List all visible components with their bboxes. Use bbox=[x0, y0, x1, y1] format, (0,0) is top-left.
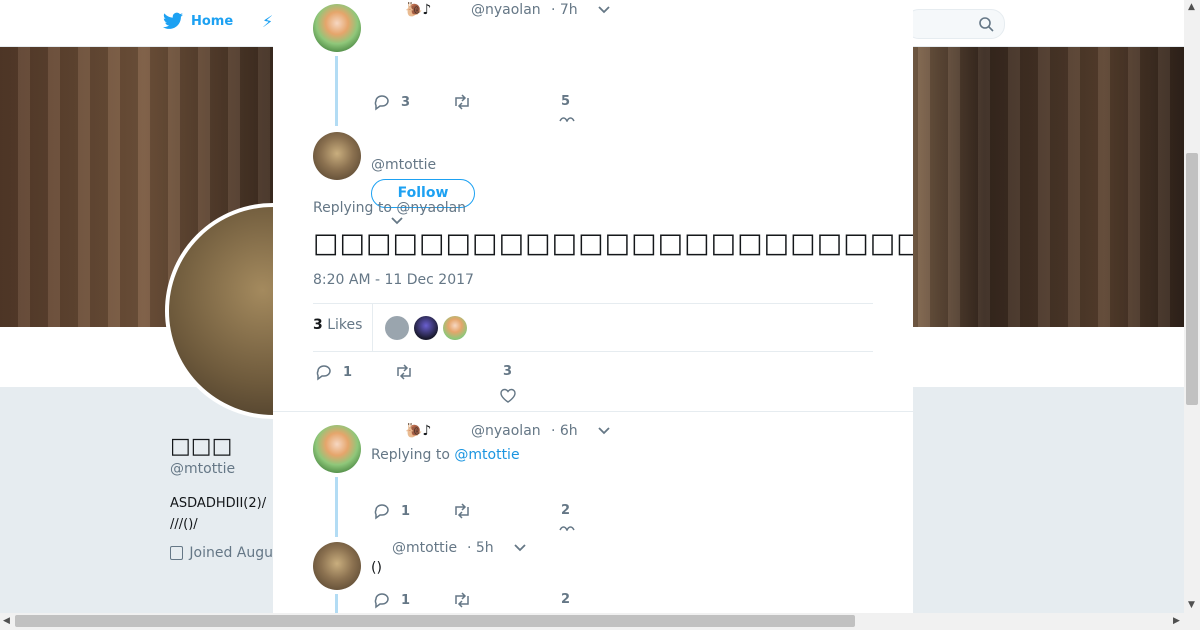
likes-stat[interactable]: 3 Likes bbox=[313, 317, 362, 333]
heart-icon[interactable] bbox=[559, 116, 575, 122]
chevron-down-icon[interactable] bbox=[598, 427, 610, 435]
profile-joined-text: Joined Augu bbox=[189, 545, 273, 561]
reply-icon bbox=[374, 504, 389, 520]
profile-bio: ASDADHDII(2)/ ///()/ bbox=[170, 493, 275, 535]
thread-connector bbox=[335, 594, 338, 613]
tweet-time[interactable]: · 7h bbox=[551, 2, 578, 18]
tweet-text: □□□□□□□□□□□□□□□□□□□□□□□□□□□□□□□□□□□□□□ bbox=[313, 228, 913, 259]
reply-count: 3 bbox=[401, 94, 411, 110]
replying-to-link[interactable]: @nyaolan bbox=[396, 200, 466, 216]
retweet-icon[interactable] bbox=[395, 364, 413, 380]
tweet-divider bbox=[273, 411, 913, 412]
avatar[interactable] bbox=[313, 4, 361, 52]
profile-bio-line: ASDADHDII(2)/ bbox=[170, 496, 267, 511]
likes-count: 3 bbox=[313, 317, 323, 333]
reply-count: 1 bbox=[401, 592, 411, 608]
search-icon bbox=[979, 17, 994, 32]
tweet-handle[interactable]: @nyaolan bbox=[471, 2, 541, 18]
stats-divider bbox=[372, 304, 373, 351]
tweet-handle[interactable]: @nyaolan bbox=[471, 423, 541, 439]
liker-avatar[interactable] bbox=[414, 316, 438, 340]
chevron-down-icon[interactable] bbox=[514, 544, 526, 552]
thread-connector bbox=[335, 56, 338, 126]
tweet-display-name[interactable]: 🐌♪ bbox=[405, 423, 431, 439]
avatar[interactable] bbox=[313, 425, 361, 473]
thread-connector bbox=[335, 477, 338, 537]
profile-joined: Joined Augu bbox=[170, 545, 273, 561]
tweet-time[interactable]: · 6h bbox=[551, 423, 578, 439]
reply-icon bbox=[374, 95, 389, 111]
tweet-timestamp[interactable]: 8:20 AM - 11 Dec 2017 bbox=[313, 272, 474, 288]
reply-count: 1 bbox=[343, 364, 353, 380]
tweet-text: () bbox=[371, 560, 382, 576]
retweet-icon[interactable] bbox=[453, 94, 471, 110]
reply-action[interactable]: 1 bbox=[373, 591, 410, 609]
tweet-stats: 3 Likes bbox=[313, 303, 873, 352]
reply-action[interactable]: 1 bbox=[373, 502, 410, 520]
nav-home-label: Home bbox=[191, 13, 234, 29]
chevron-down-icon[interactable] bbox=[391, 217, 403, 225]
retweet-icon[interactable] bbox=[453, 503, 471, 519]
tweet-handle[interactable]: @mtottie bbox=[371, 157, 436, 173]
tweet-permalink-modal: 🐌♪ @nyaolan · 7h 3 5 @mtottie Follow Rep… bbox=[273, 0, 913, 613]
reply-icon bbox=[316, 365, 331, 381]
heart-icon[interactable] bbox=[500, 388, 516, 404]
profile-handle[interactable]: @mtottie bbox=[170, 461, 235, 477]
moments-icon[interactable]: ⚡ bbox=[262, 12, 273, 31]
close-icon[interactable]: ✕ bbox=[1154, 11, 1178, 37]
horizontal-scrollbar[interactable]: ◀ ▶ bbox=[0, 613, 1200, 630]
profile-name: □□□ bbox=[170, 434, 233, 459]
profile-bio-line: ///()/ bbox=[170, 517, 198, 532]
tweet-display-name[interactable]: 🐌♪ bbox=[405, 2, 431, 18]
tweet-time[interactable]: · 5h bbox=[467, 540, 494, 556]
chevron-down-icon[interactable] bbox=[598, 6, 610, 14]
reply-icon bbox=[374, 593, 389, 609]
vertical-scroll-thumb[interactable] bbox=[1186, 153, 1198, 405]
calendar-icon bbox=[170, 546, 184, 560]
reply-action[interactable]: 1 bbox=[315, 363, 352, 381]
replying-to: Replying to @nyaolan bbox=[313, 200, 466, 216]
avatar[interactable] bbox=[313, 542, 361, 590]
replying-to-prefix: Replying to bbox=[371, 447, 455, 463]
avatar[interactable] bbox=[313, 132, 361, 180]
like-count[interactable]: 3 bbox=[503, 364, 512, 379]
scroll-down-arrow[interactable]: ▼ bbox=[1188, 600, 1195, 610]
replying-to-prefix: Replying to bbox=[313, 200, 397, 216]
replying-to-link[interactable]: @mtottie bbox=[454, 447, 519, 463]
search-input[interactable] bbox=[905, 9, 1005, 39]
like-count[interactable]: 5 bbox=[561, 94, 570, 109]
scroll-up-arrow[interactable]: ▲ bbox=[1188, 2, 1195, 12]
reply-count: 1 bbox=[401, 503, 411, 519]
scroll-left-arrow[interactable]: ◀ bbox=[3, 616, 10, 626]
liker-avatar[interactable] bbox=[385, 316, 409, 340]
replying-to: Replying to @mtottie bbox=[371, 447, 520, 463]
retweet-icon[interactable] bbox=[453, 592, 471, 608]
horizontal-scroll-thumb[interactable] bbox=[15, 615, 855, 627]
like-count[interactable]: 2 bbox=[561, 503, 570, 518]
twitter-bird-icon bbox=[163, 12, 183, 29]
reply-action[interactable]: 3 bbox=[373, 93, 410, 111]
like-count[interactable]: 2 bbox=[561, 592, 570, 607]
likes-label: Likes bbox=[322, 317, 363, 333]
vertical-scrollbar[interactable]: ▲ ▼ bbox=[1184, 0, 1200, 613]
scroll-right-arrow[interactable]: ▶ bbox=[1173, 616, 1180, 626]
nav-home[interactable]: Home bbox=[163, 12, 233, 30]
tweet-handle[interactable]: @mtottie bbox=[392, 540, 457, 556]
heart-icon[interactable] bbox=[559, 525, 575, 531]
liker-avatar[interactable] bbox=[443, 316, 467, 340]
